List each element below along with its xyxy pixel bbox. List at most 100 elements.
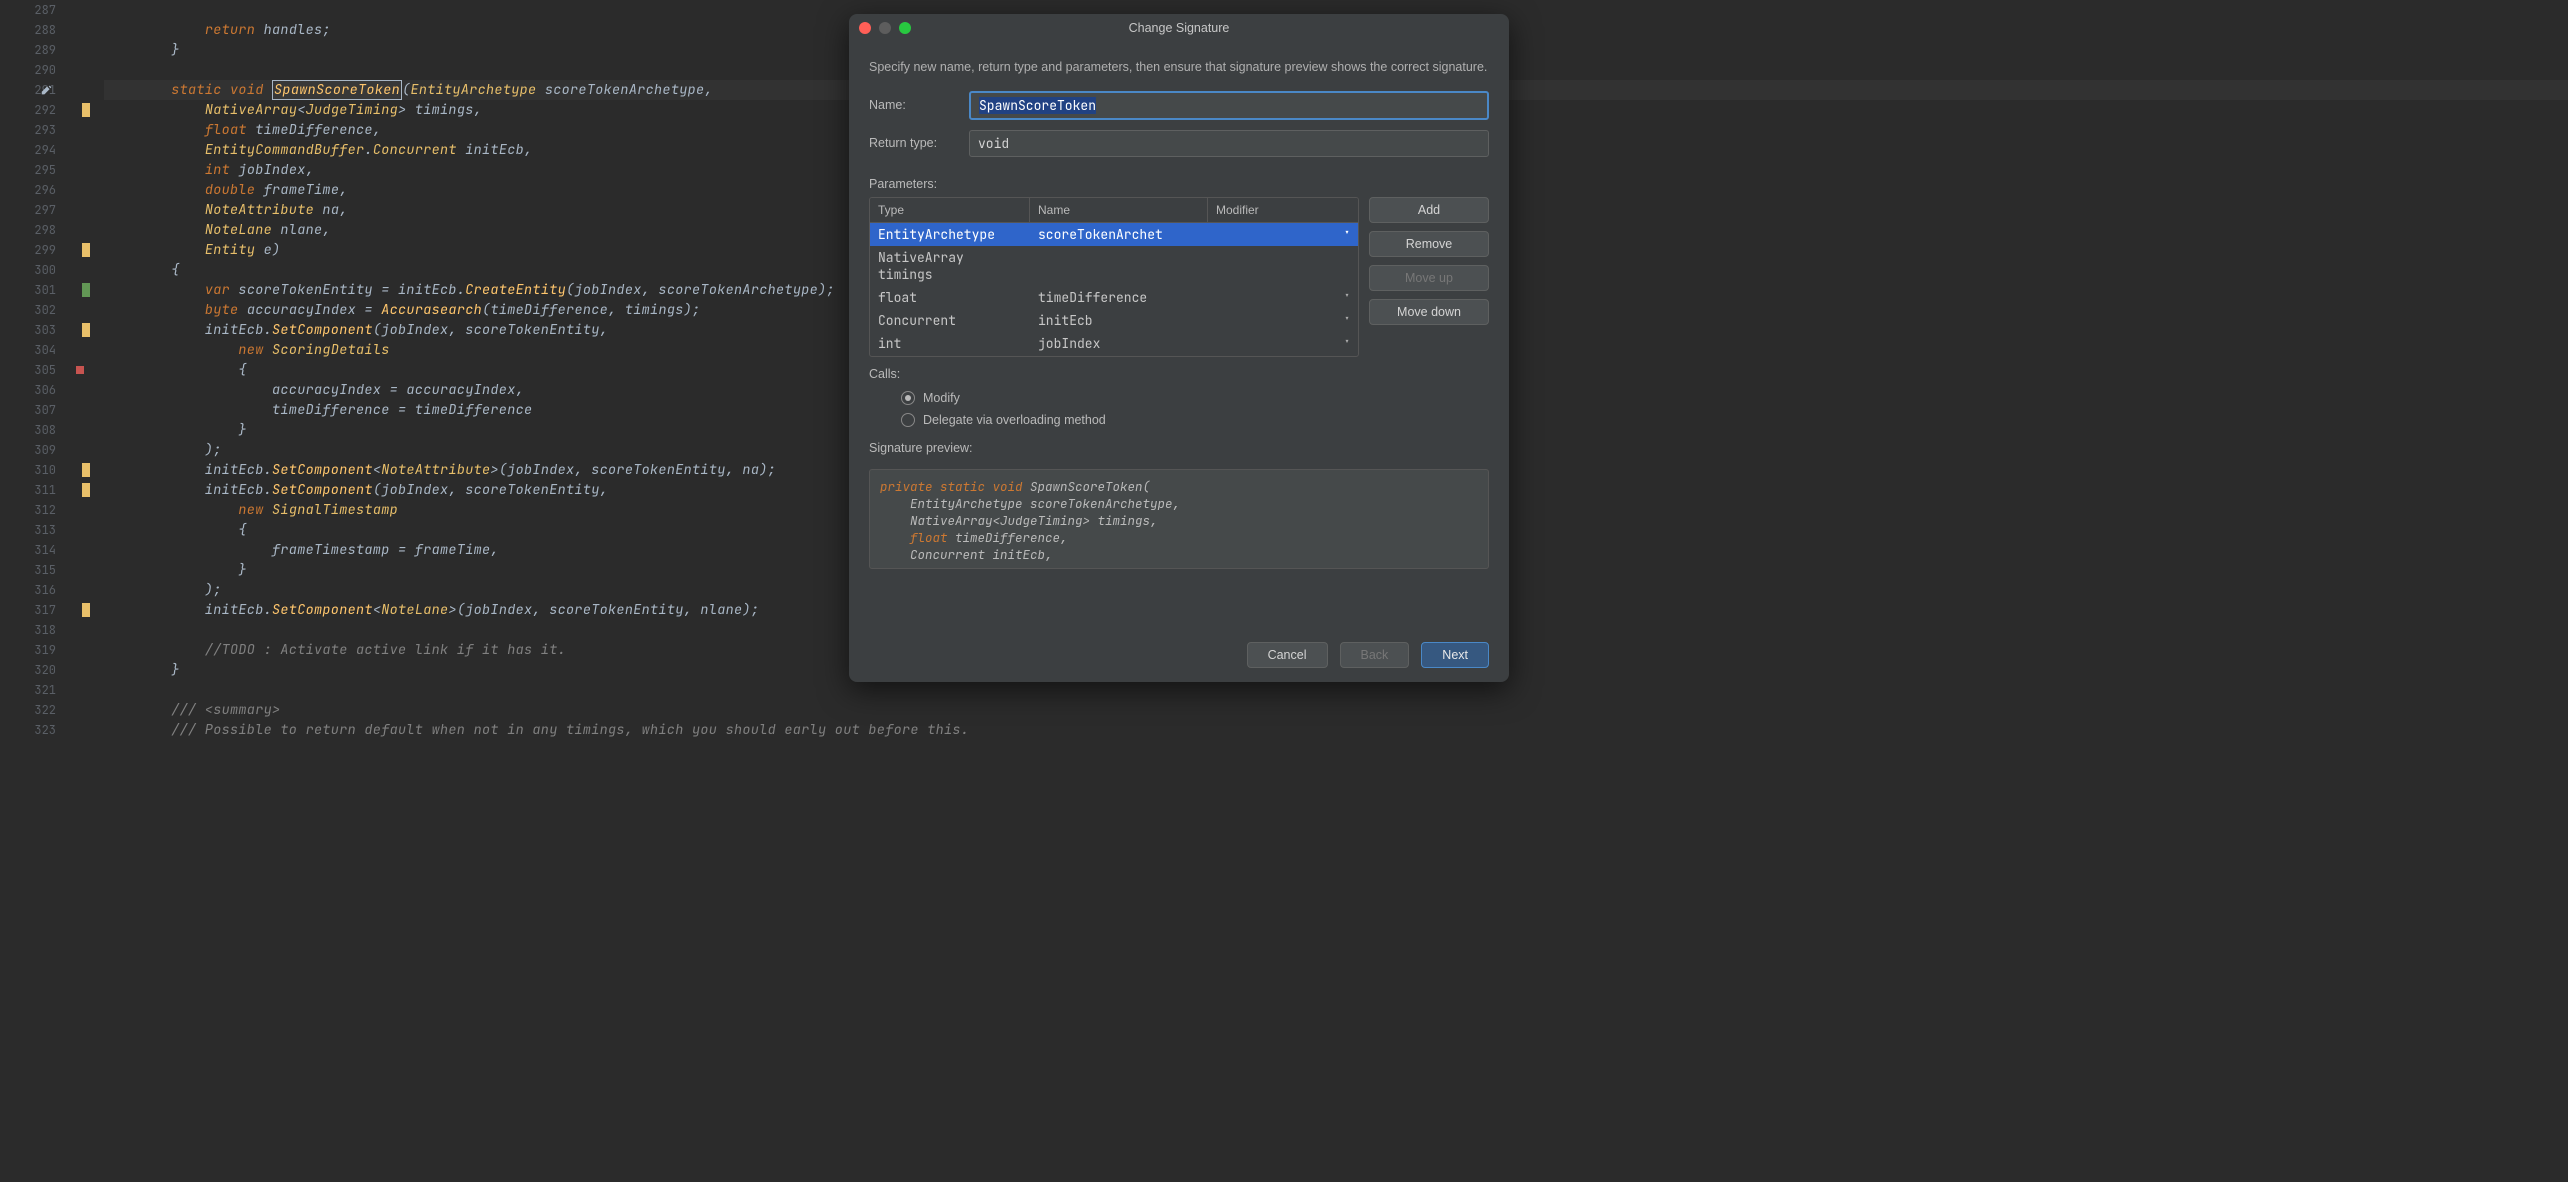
calls-label: Calls: [869, 367, 1489, 381]
change-signature-dialog: Change Signature Specify new name, retur… [849, 14, 1509, 682]
dialog-description: Specify new name, return type and parame… [869, 58, 1489, 77]
param-type: NativeArraytimings [870, 246, 1030, 286]
line-number: 318 [0, 620, 96, 640]
param-modifier[interactable] [1208, 355, 1358, 357]
param-name: scoreTokenArchet [1030, 223, 1208, 246]
param-row[interactable]: doubleframeTime [870, 355, 1358, 357]
line-number: 292 [0, 100, 96, 120]
line-number: 316 [0, 580, 96, 600]
change-marker-icon [82, 103, 90, 117]
line-number: 291 [0, 80, 96, 100]
line-number: 315 [0, 560, 96, 580]
radio-delegate-row[interactable]: Delegate via overloading method [901, 413, 1489, 427]
line-number: 296 [0, 180, 96, 200]
param-row[interactable]: floattimeDifference [870, 286, 1358, 309]
line-number: 314 [0, 540, 96, 560]
line-number: 299 [0, 240, 96, 260]
code-line[interactable]: /// <summary> [104, 700, 2568, 720]
dialog-titlebar: Change Signature [849, 14, 1509, 42]
param-name: jobIndex [1030, 332, 1208, 355]
param-row[interactable]: NativeArraytimings [870, 246, 1358, 286]
col-type: Type [870, 198, 1030, 222]
radio-modify-row[interactable]: Modify [901, 391, 1489, 405]
radio-delegate[interactable] [901, 413, 915, 427]
line-number: 288 [0, 20, 96, 40]
param-modifier[interactable] [1208, 332, 1358, 355]
dialog-footer: Cancel Back Next [849, 632, 1509, 682]
breakpoint-icon[interactable] [76, 366, 84, 374]
zoom-icon[interactable] [899, 22, 911, 34]
line-number-gutter: 2872882892902912922932942952962972982993… [0, 0, 96, 1182]
line-number: 294 [0, 140, 96, 160]
param-modifier[interactable] [1208, 286, 1358, 309]
col-name: Name [1030, 198, 1208, 222]
param-name: initEcb [1030, 309, 1208, 332]
line-number: 295 [0, 160, 96, 180]
line-number: 320 [0, 660, 96, 680]
param-row[interactable]: intjobIndex [870, 332, 1358, 355]
line-number: 322 [0, 700, 96, 720]
line-number: 308 [0, 420, 96, 440]
signature-preview-label: Signature preview: [869, 441, 1489, 455]
line-number: 313 [0, 520, 96, 540]
line-number: 309 [0, 440, 96, 460]
hammer-icon[interactable] [40, 83, 54, 97]
dialog-title: Change Signature [1129, 21, 1230, 35]
signature-preview: private static void SpawnScoreToken( Ent… [869, 469, 1489, 569]
line-number: 311 [0, 480, 96, 500]
change-marker-icon [82, 603, 90, 617]
line-number: 304 [0, 340, 96, 360]
move-up-button[interactable]: Move up [1369, 265, 1489, 291]
change-marker-icon [82, 483, 90, 497]
line-number: 306 [0, 380, 96, 400]
line-number: 302 [0, 300, 96, 320]
name-label: Name: [869, 98, 969, 112]
return-type-label: Return type: [869, 136, 969, 150]
name-input[interactable]: SpawnScoreToken [969, 91, 1489, 120]
line-number: 293 [0, 120, 96, 140]
line-number: 321 [0, 680, 96, 700]
radio-modify[interactable] [901, 391, 915, 405]
remove-button[interactable]: Remove [1369, 231, 1489, 257]
next-button[interactable]: Next [1421, 642, 1489, 668]
cancel-button[interactable]: Cancel [1247, 642, 1328, 668]
line-number: 287 [0, 0, 96, 20]
line-number: 290 [0, 60, 96, 80]
change-marker-icon [82, 323, 90, 337]
line-number: 297 [0, 200, 96, 220]
line-number: 323 [0, 720, 96, 740]
minimize-icon [879, 22, 891, 34]
param-type: float [870, 286, 1030, 309]
radio-delegate-label: Delegate via overloading method [923, 413, 1106, 427]
line-number: 305 [0, 360, 96, 380]
back-button[interactable]: Back [1340, 642, 1410, 668]
param-row[interactable]: ConcurrentinitEcb [870, 309, 1358, 332]
change-marker-icon [82, 463, 90, 477]
param-type: double [870, 355, 1030, 357]
move-down-button[interactable]: Move down [1369, 299, 1489, 325]
code-line[interactable]: /// Possible to return default when not … [104, 720, 2568, 740]
added-marker-icon [82, 283, 90, 297]
line-number: 300 [0, 260, 96, 280]
code-line[interactable] [104, 680, 2568, 700]
line-number: 303 [0, 320, 96, 340]
window-controls [859, 22, 911, 34]
line-number: 312 [0, 500, 96, 520]
param-row[interactable]: EntityArchetypescoreTokenArchet [870, 223, 1358, 246]
parameters-table[interactable]: Type Name Modifier EntityArchetypescoreT… [869, 197, 1359, 357]
param-name: timings [878, 266, 1022, 283]
add-button[interactable]: Add [1369, 197, 1489, 223]
parameters-label: Parameters: [869, 177, 1489, 191]
param-type: int [870, 332, 1030, 355]
param-type: Concurrent [870, 309, 1030, 332]
line-number: 298 [0, 220, 96, 240]
line-number: 307 [0, 400, 96, 420]
line-number: 289 [0, 40, 96, 60]
radio-modify-label: Modify [923, 391, 960, 405]
close-icon[interactable] [859, 22, 871, 34]
change-marker-icon [82, 243, 90, 257]
return-type-input[interactable] [969, 130, 1489, 157]
param-modifier[interactable] [1208, 309, 1358, 332]
line-number: 319 [0, 640, 96, 660]
param-modifier[interactable] [1208, 223, 1358, 246]
